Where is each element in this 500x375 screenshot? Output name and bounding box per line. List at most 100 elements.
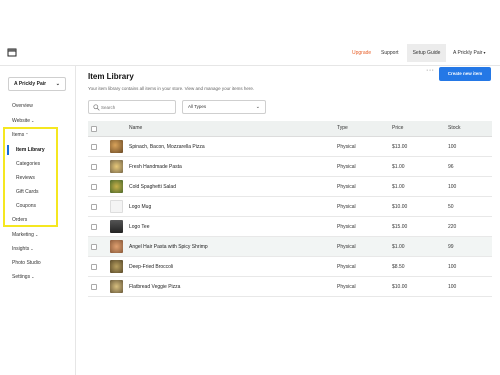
chevron-down-icon: ⌄ <box>31 274 35 279</box>
table-row[interactable]: Cold Spaghetti Salad Physical $1.00 100 <box>88 177 492 197</box>
item-stock: 99 <box>448 244 454 250</box>
search-icon <box>93 104 100 111</box>
item-price: $10.00 <box>392 204 408 210</box>
page-subtitle: Your item library contains all items in … <box>88 86 255 91</box>
sidebar-item-label: Marketing <box>12 232 34 238</box>
type-filter-select[interactable]: All Types ⌄ <box>182 100 266 114</box>
store-menu-label: A Prickly Pair <box>453 50 483 56</box>
sidebar-item-label: Settings <box>12 274 31 280</box>
row-checkbox[interactable] <box>91 244 97 250</box>
setup-guide-button[interactable]: Setup Guide <box>407 44 446 62</box>
row-checkbox[interactable] <box>91 184 97 190</box>
column-header-name[interactable]: Name <box>129 125 142 131</box>
item-price: $13.00 <box>392 144 408 150</box>
table-row[interactable]: Logo Tee Physical $15.00 220 <box>88 217 492 237</box>
column-header-price[interactable]: Price <box>392 125 403 131</box>
item-type: Physical <box>337 284 356 290</box>
table-row[interactable]: Deep-Fried Broccoli Physical $8.50 100 <box>88 257 492 277</box>
sidebar-item-marketing[interactable]: Marketing⌄ <box>12 232 38 238</box>
item-thumbnail <box>110 260 123 273</box>
sidebar-item-settings[interactable]: Settings⌄ <box>12 274 34 280</box>
item-thumbnail <box>110 200 123 213</box>
sidebar-item-label: Insights <box>12 246 30 252</box>
item-price: $1.00 <box>392 164 405 170</box>
chevron-down-icon: ⌄ <box>30 118 35 123</box>
table-row[interactable]: Angel Hair Pasta with Spicy Shrimp Physi… <box>88 237 492 257</box>
row-checkbox[interactable] <box>91 204 97 210</box>
item-price: $15.00 <box>392 224 408 230</box>
top-bar: Upgrade Support Setup Guide A Prickly Pa… <box>0 40 500 66</box>
item-type: Physical <box>337 204 356 210</box>
search-box[interactable] <box>88 100 176 114</box>
row-checkbox[interactable] <box>91 284 97 290</box>
main-content: Item Library Your item library contains … <box>76 66 500 375</box>
item-type: Physical <box>337 144 356 150</box>
item-name[interactable]: Logo Mug <box>129 204 151 210</box>
item-thumbnail <box>110 160 123 173</box>
sidebar-item-overview[interactable]: Overview <box>12 103 33 109</box>
store-select-label: A Prickly Pair <box>14 81 47 87</box>
item-thumbnail <box>110 140 123 153</box>
support-link[interactable]: Support <box>381 50 399 56</box>
page-title: Item Library <box>88 72 134 81</box>
search-input[interactable] <box>101 103 171 112</box>
item-name[interactable]: Flatbread Veggie Pizza <box>129 284 180 290</box>
item-type: Physical <box>337 244 356 250</box>
item-type: Physical <box>337 164 356 170</box>
column-header-stock[interactable]: Stock <box>448 125 461 131</box>
item-price: $10.00 <box>392 284 408 290</box>
row-checkbox[interactable] <box>91 224 97 230</box>
chevron-down-icon: ⌄ <box>30 246 34 251</box>
item-stock: 100 <box>448 144 457 150</box>
item-stock: 100 <box>448 264 457 270</box>
row-checkbox[interactable] <box>91 164 97 170</box>
upgrade-link[interactable]: Upgrade <box>352 50 371 56</box>
table-row[interactable]: Logo Mug Physical $10.00 50 <box>88 197 492 217</box>
store-select[interactable]: A Prickly Pair ⌄ <box>8 77 66 91</box>
item-price: $8.50 <box>392 264 405 270</box>
row-checkbox[interactable] <box>91 144 97 150</box>
more-options-icon[interactable]: ··· <box>426 67 435 74</box>
table-row[interactable]: Flatbread Veggie Pizza Physical $10.00 1… <box>88 277 492 297</box>
chevron-down-icon: ▾ <box>483 50 486 55</box>
table-header: Name Type Price Stock <box>88 121 492 137</box>
item-name[interactable]: Angel Hair Pasta with Spicy Shrimp <box>129 244 208 250</box>
chevron-down-icon: ⌄ <box>55 81 60 87</box>
item-thumbnail <box>110 220 123 233</box>
create-new-item-button[interactable]: Create new item <box>439 67 491 81</box>
square-logo-icon[interactable] <box>7 48 17 57</box>
item-stock: 50 <box>448 204 454 210</box>
highlight-box <box>3 127 58 227</box>
item-name[interactable]: Fresh Handmade Pasta <box>129 164 182 170</box>
chevron-down-icon: ⌄ <box>255 104 260 110</box>
row-checkbox[interactable] <box>91 264 97 270</box>
select-all-checkbox[interactable] <box>91 126 97 132</box>
item-name[interactable]: Logo Tee <box>129 224 149 230</box>
item-name[interactable]: Spinach, Bacon, Mozzarella Pizza <box>129 144 205 150</box>
item-thumbnail <box>110 180 123 193</box>
column-header-type[interactable]: Type <box>337 125 348 131</box>
item-type: Physical <box>337 184 356 190</box>
item-price: $1.00 <box>392 184 405 190</box>
items-table: Name Type Price Stock Spinach, Bacon, Mo… <box>88 121 492 297</box>
sidebar-item-insights[interactable]: Insights⌄ <box>12 246 34 252</box>
item-name[interactable]: Cold Spaghetti Salad <box>129 184 176 190</box>
item-stock: 220 <box>448 224 457 230</box>
item-stock: 96 <box>448 164 454 170</box>
item-stock: 100 <box>448 184 457 190</box>
chevron-down-icon: ⌄ <box>34 232 39 237</box>
table-row[interactable]: Fresh Handmade Pasta Physical $1.00 96 <box>88 157 492 177</box>
store-menu[interactable]: A Prickly Pair▾ <box>453 50 485 56</box>
item-thumbnail <box>110 280 123 293</box>
sidebar-item-website[interactable]: Website⌄ <box>12 118 34 124</box>
type-filter-label: All Types <box>188 104 207 109</box>
item-stock: 100 <box>448 284 457 290</box>
sidebar-item-photo-studio[interactable]: Photo Studio <box>12 260 41 266</box>
item-name[interactable]: Deep-Fried Broccoli <box>129 264 173 270</box>
item-thumbnail <box>110 240 123 253</box>
item-price: $1.00 <box>392 244 405 250</box>
item-type: Physical <box>337 264 356 270</box>
sidebar-item-label: Website <box>12 118 30 124</box>
table-row[interactable]: Spinach, Bacon, Mozzarella Pizza Physica… <box>88 137 492 157</box>
item-type: Physical <box>337 224 356 230</box>
